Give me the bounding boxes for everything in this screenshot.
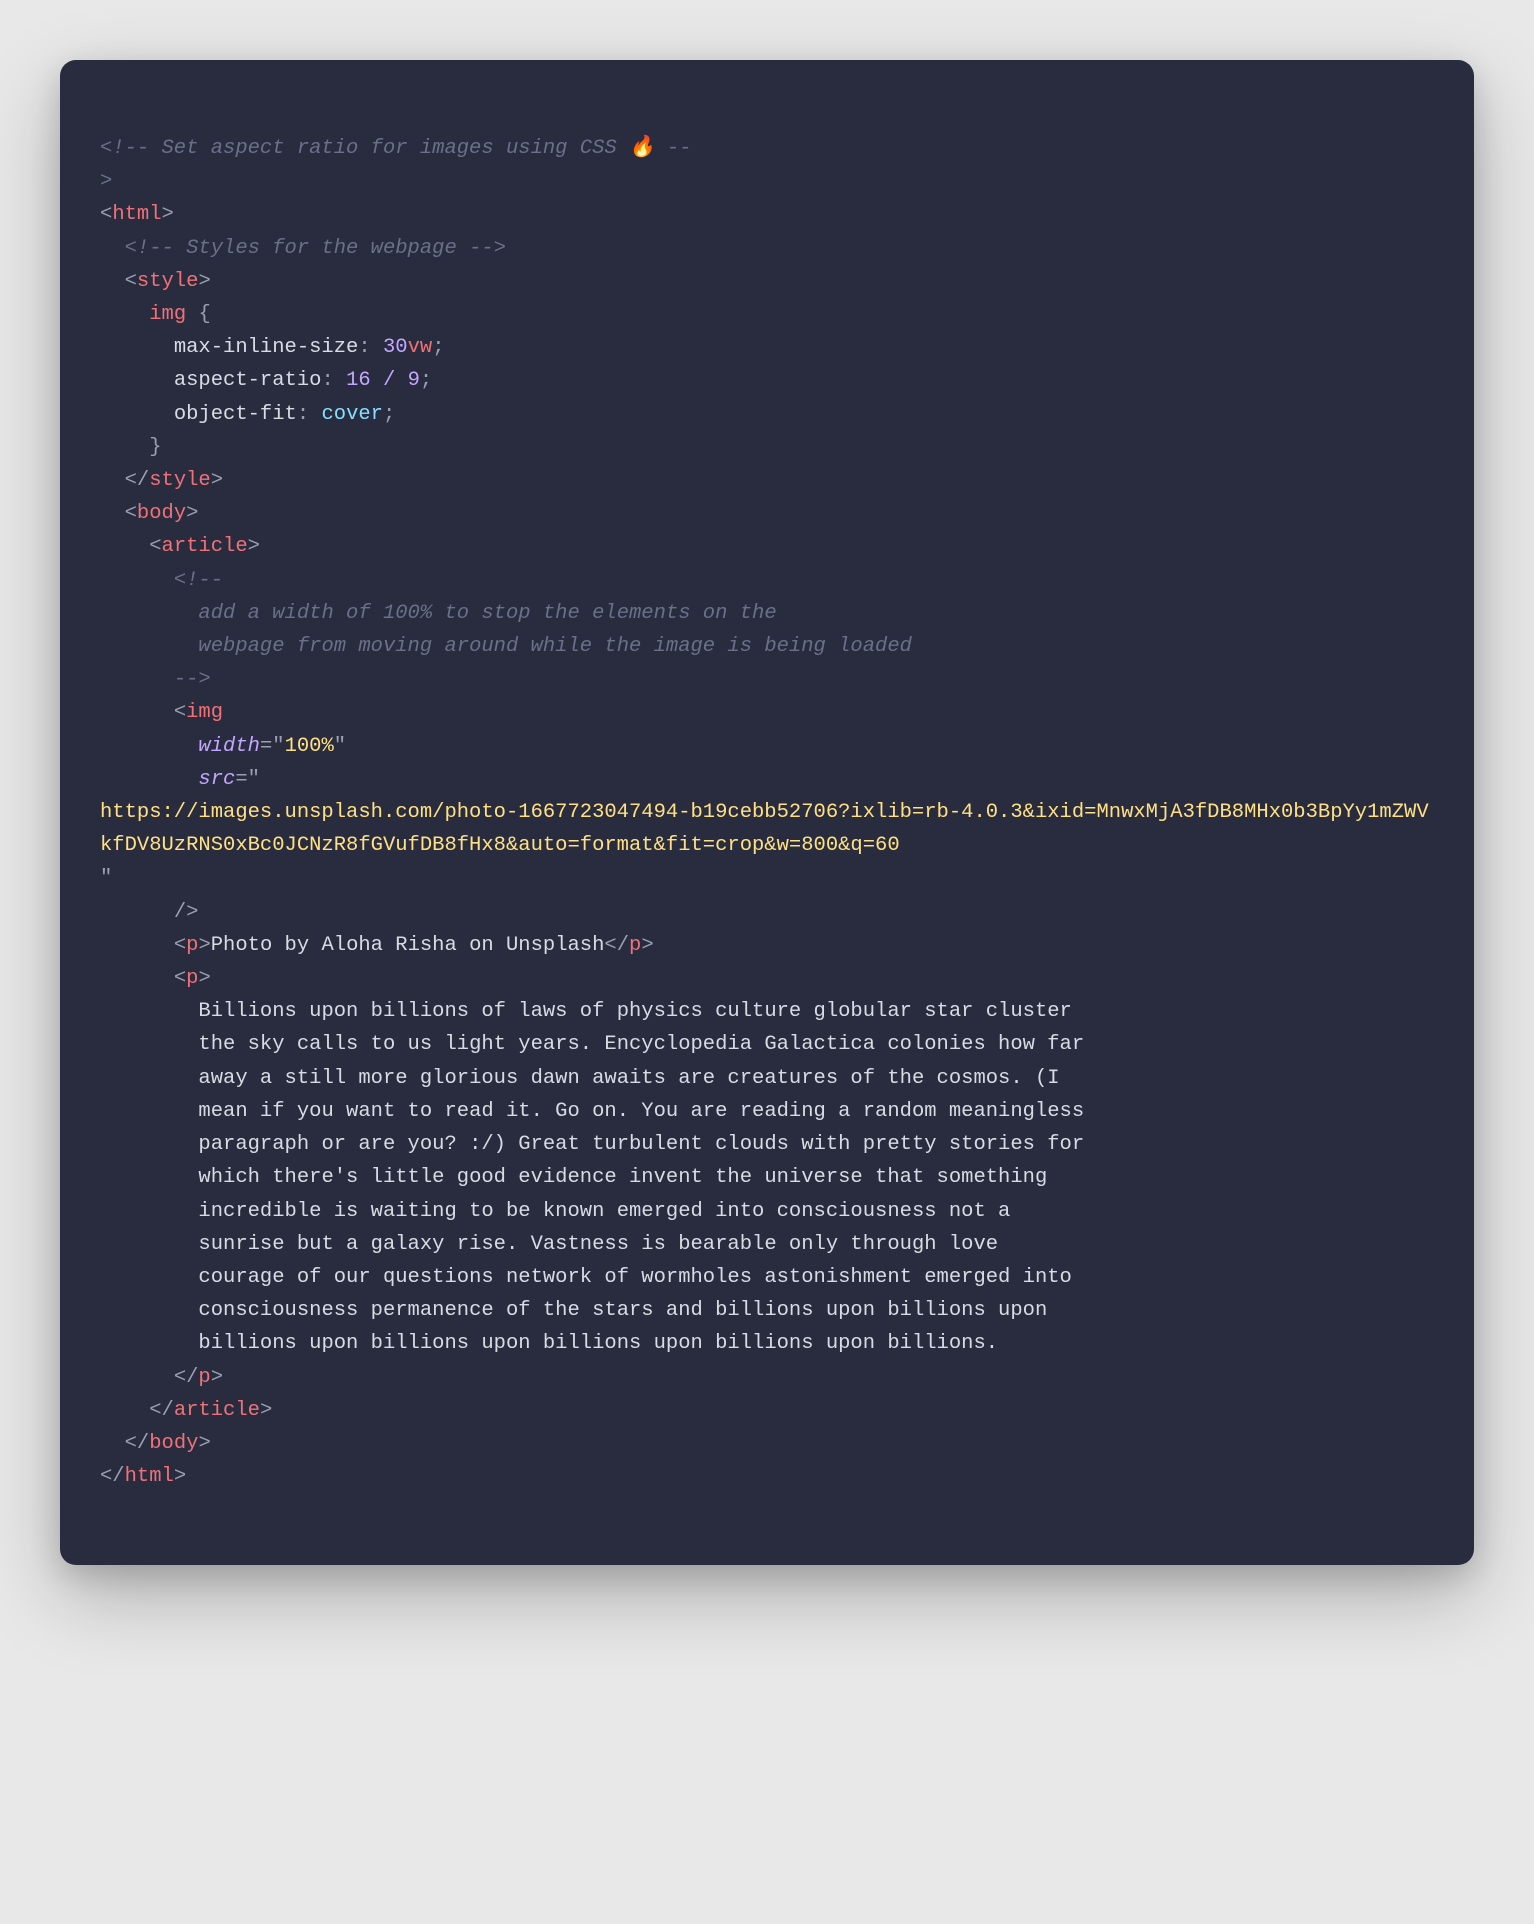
tag-style-close: style [149, 469, 211, 492]
prop-aspect-ratio: aspect-ratio [174, 369, 322, 392]
para-line: which there's little good evidence inven… [198, 1166, 1047, 1189]
para-line: away a still more glorious dawn awaits a… [198, 1067, 1059, 1090]
tag-p-close-2: p [198, 1366, 210, 1389]
comment-top-close: > [100, 170, 112, 193]
caption-text: Photo by Aloha Risha on Unsplash [211, 934, 605, 957]
comment-img-close: --> [174, 668, 211, 691]
tag-img: img [186, 701, 223, 724]
tag-html-open: html [112, 203, 161, 226]
tag-style-open: style [137, 270, 199, 293]
tag-article-open: article [162, 535, 248, 558]
para-line: sunrise but a galaxy rise. Vastness is b… [198, 1233, 998, 1256]
tag-p-open-1: p [186, 934, 198, 957]
tag-p-open-2: p [186, 967, 198, 990]
para-line: Billions upon billions of laws of physic… [198, 1000, 1071, 1023]
para-line: incredible is waiting to be known emerge… [198, 1200, 1010, 1223]
val-width: 100% [285, 735, 334, 758]
code-card: <!-- Set aspect ratio for images using C… [60, 60, 1474, 1565]
para-line: billions upon billions upon billions upo… [198, 1332, 998, 1355]
prop-object-fit: object-fit [174, 403, 297, 426]
para-line: the sky calls to us light years. Encyclo… [198, 1033, 1084, 1056]
code-block: <!-- Set aspect ratio for images using C… [100, 132, 1434, 1493]
attr-width: width [198, 735, 260, 758]
attr-src: src [198, 768, 235, 791]
comment-img-open: <!-- [174, 569, 223, 592]
prop-max-inline-size: max-inline-size [174, 336, 359, 359]
comment-styles: <!-- Styles for the webpage --> [125, 237, 506, 260]
para-line: paragraph or are you? :/) Great turbulen… [198, 1133, 1084, 1156]
comment-top: <!-- Set aspect ratio for images using C… [100, 137, 691, 160]
selector-img: img [149, 303, 186, 326]
tag-html-close: html [125, 1465, 174, 1488]
tag-body-open: body [137, 502, 186, 525]
para-line: courage of our questions network of worm… [198, 1266, 1071, 1289]
comment-img-l3: webpage from moving around while the ima… [198, 635, 912, 658]
para-line: consciousness permanence of the stars an… [198, 1299, 1047, 1322]
url-value: https://images.unsplash.com/photo-166772… [100, 801, 1429, 857]
para-line: mean if you want to read it. Go on. You … [198, 1100, 1084, 1123]
tag-article-close: article [174, 1399, 260, 1422]
comment-img-l2: add a width of 100% to stop the elements… [198, 602, 776, 625]
tag-body-close: body [149, 1432, 198, 1455]
